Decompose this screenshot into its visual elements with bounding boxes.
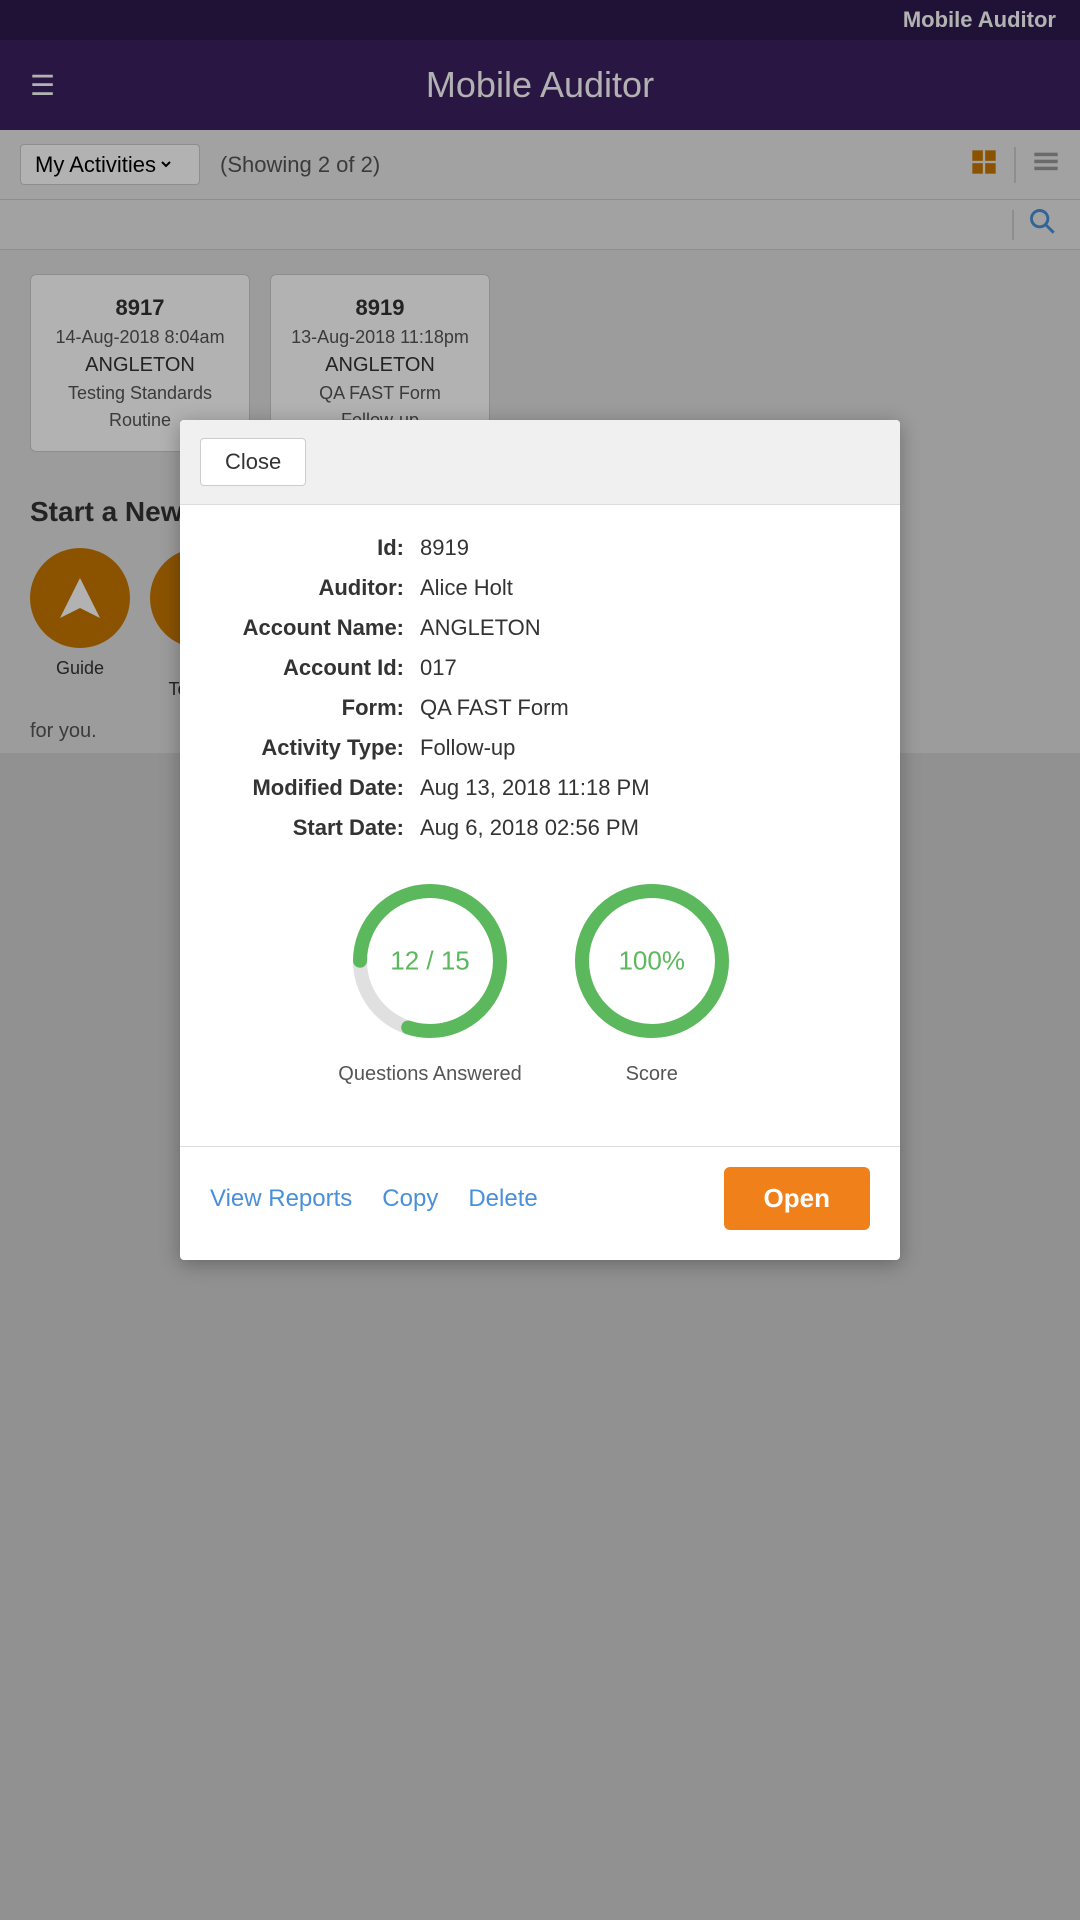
- modal-footer: View Reports Copy Delete Open: [180, 1167, 900, 1260]
- detail-value-activity-type: Follow-up: [420, 735, 515, 761]
- detail-row-auditor: Auditor: Alice Holt: [220, 575, 860, 601]
- detail-label-activity-type: Activity Type:: [220, 735, 420, 761]
- detail-row-start-date: Start Date: Aug 6, 2018 02:56 PM: [220, 815, 860, 841]
- questions-circle-wrapper: 12 / 15: [340, 871, 520, 1051]
- detail-value-start-date: Aug 6, 2018 02:56 PM: [420, 815, 639, 841]
- modal-close-button[interactable]: Close: [200, 438, 306, 486]
- questions-answered-chart: 12 / 15 Questions Answered: [338, 871, 521, 1086]
- modal-body: Id: 8919 Auditor: Alice Holt Account Nam…: [180, 505, 900, 1146]
- detail-value-auditor: Alice Holt: [420, 575, 513, 601]
- modal-overlay: Close Id: 8919 Auditor: Alice Holt Accou…: [0, 0, 1080, 1920]
- detail-row-account-name: Account Name: ANGLETON: [220, 615, 860, 641]
- modal-header: Close: [180, 420, 900, 505]
- modal-divider: [180, 1146, 900, 1147]
- detail-table: Id: 8919 Auditor: Alice Holt Account Nam…: [220, 535, 860, 841]
- detail-label-id: Id:: [220, 535, 420, 561]
- copy-link[interactable]: Copy: [382, 1185, 438, 1213]
- modal-action-links: View Reports Copy Delete: [210, 1185, 538, 1213]
- charts-row: 12 / 15 Questions Answered 100%: [220, 871, 860, 1086]
- detail-value-id: 8919: [420, 535, 469, 561]
- detail-value-account-name: ANGLETON: [420, 615, 541, 641]
- detail-value-account-id: 017: [420, 655, 457, 681]
- detail-label-start-date: Start Date:: [220, 815, 420, 841]
- detail-label-account-id: Account Id:: [220, 655, 420, 681]
- detail-label-auditor: Auditor:: [220, 575, 420, 601]
- questions-chart-label: Questions Answered: [338, 1063, 521, 1086]
- detail-row-account-id: Account Id: 017: [220, 655, 860, 681]
- detail-row-modified-date: Modified Date: Aug 13, 2018 11:18 PM: [220, 775, 860, 801]
- open-button[interactable]: Open: [724, 1167, 870, 1230]
- questions-center-text: 12 / 15: [390, 946, 470, 977]
- detail-value-modified-date: Aug 13, 2018 11:18 PM: [420, 775, 650, 801]
- detail-value-form: QA FAST Form: [420, 695, 569, 721]
- score-chart: 100% Score: [562, 871, 742, 1086]
- detail-row-id: Id: 8919: [220, 535, 860, 561]
- delete-link[interactable]: Delete: [468, 1185, 537, 1213]
- detail-label-form: Form:: [220, 695, 420, 721]
- detail-row-form: Form: QA FAST Form: [220, 695, 860, 721]
- detail-row-activity-type: Activity Type: Follow-up: [220, 735, 860, 761]
- score-center-text: 100%: [618, 946, 685, 977]
- score-circle-wrapper: 100%: [562, 871, 742, 1051]
- detail-label-modified-date: Modified Date:: [220, 775, 420, 801]
- activity-detail-modal: Close Id: 8919 Auditor: Alice Holt Accou…: [180, 420, 900, 1260]
- score-chart-label: Score: [626, 1063, 678, 1086]
- view-reports-link[interactable]: View Reports: [210, 1185, 352, 1213]
- detail-label-account-name: Account Name:: [220, 615, 420, 641]
